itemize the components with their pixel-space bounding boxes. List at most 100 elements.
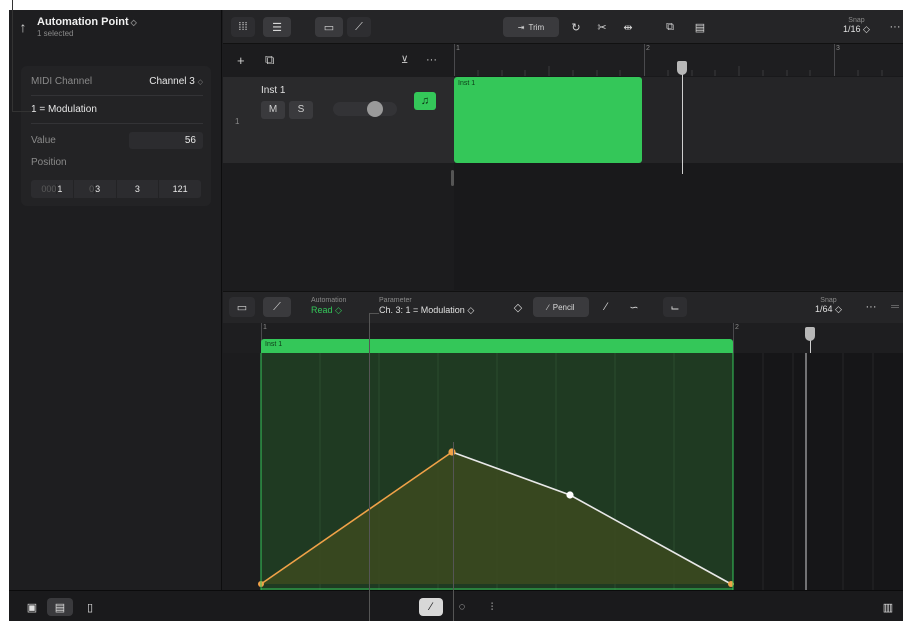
more-icon[interactable]: ··· — [863, 297, 879, 317]
callout-line — [453, 442, 454, 621]
paste-icon[interactable]: ▤ — [689, 17, 711, 37]
keyboard-icon[interactable]: ▥ — [879, 598, 897, 616]
snap-value: 1/16 ◇ — [843, 24, 870, 34]
copy-icon[interactable]: ⧉ — [659, 17, 681, 37]
inspector-title[interactable]: Automation Point ◇ — [37, 16, 137, 29]
trim-button[interactable]: ⇥ Trim — [503, 17, 559, 37]
inspector-header: ↑ Automation Point ◇ 1 selected — [9, 10, 222, 44]
position-beat[interactable]: 03 — [74, 180, 117, 198]
controller-label: 1 = Modulation — [31, 104, 97, 115]
position-tick[interactable]: 121 — [159, 180, 201, 198]
position-division[interactable]: 3 — [117, 180, 160, 198]
callout-line — [369, 313, 370, 621]
loop-icon[interactable]: ↻ — [565, 17, 587, 37]
automation-icon[interactable]: ⟋ — [347, 17, 371, 37]
plus-icon[interactable]: + — [237, 53, 245, 68]
metronome-icon[interactable]: ◌ — [453, 598, 471, 616]
callout-line — [12, 0, 13, 112]
region-name: Inst 1 — [458, 80, 476, 87]
value-label: Value — [31, 134, 56, 146]
bar-line — [733, 323, 734, 353]
split-icon[interactable]: ⇹ — [617, 17, 639, 37]
pencil-icon: ∕ — [547, 302, 549, 312]
track-headers: + ⧉ ⊻ ··· 1 Inst 1 M S ♫ — [223, 44, 454, 290]
track-name[interactable]: Inst 1 — [261, 85, 285, 96]
automation-playhead[interactable] — [805, 327, 815, 341]
empty-lane — [454, 163, 903, 290]
window-icon[interactable]: ▭ — [229, 297, 255, 317]
pencil-icon[interactable]: ∕ — [419, 598, 443, 616]
ruler-number: 2 — [735, 324, 739, 331]
callout-line — [12, 111, 32, 112]
elbow-icon[interactable]: ⌙ — [663, 297, 687, 317]
brush-icon[interactable]: ⁄ — [595, 297, 617, 317]
callout-line — [369, 313, 379, 314]
parameter-value: Ch. 3: 1 = Modulation ◇ — [379, 305, 475, 315]
region-inst-1[interactable]: Inst 1 — [454, 77, 642, 163]
main-toolbar: ⁞⁞⁞ ☰ ▭ ⟋ ⇥ Trim ↻ ✂ ⇹ ⧉ ▤ Snap 1/16 ◇ ··… — [223, 10, 903, 44]
automation-snap-value: 1/64 ◇ — [815, 304, 842, 314]
trim-icon: ⇥ — [517, 22, 525, 32]
position-bar[interactable]: 0001 — [31, 180, 74, 198]
bottom-bar: ▣ ▤ ▯ ∕ ◌ ⫶ ▥ — [9, 590, 903, 621]
solo-button[interactable]: S — [289, 101, 313, 119]
position-field[interactable]: 0001 03 3 121 — [31, 180, 201, 198]
duplicate-icon[interactable]: ⧉ — [265, 52, 274, 68]
midi-channel-label: MIDI Channel — [31, 76, 93, 87]
back-arrow-icon[interactable]: ↑ — [9, 19, 37, 35]
automation-icon[interactable]: ⟋ — [263, 297, 291, 317]
arrange-timeline: 1 2 3 Inst 1 — [454, 44, 903, 290]
midi-channel-value[interactable]: Channel 3 ◇ — [149, 76, 203, 87]
automation-toolbar: ▭ ⟋ Automation Read ◇ Parameter Ch. 3: 1… — [223, 291, 903, 323]
library-icon[interactable]: ▣ — [23, 598, 41, 616]
track-number: 1 — [235, 117, 240, 126]
automation-mode-control[interactable]: Automation Read ◇ — [311, 296, 346, 315]
track-header[interactable]: 1 Inst 1 M S ♫ — [223, 77, 454, 163]
pencil-tool-button[interactable]: ∕ Pencil — [533, 297, 589, 317]
track-tools: + ⧉ ⊻ ··· — [223, 44, 454, 76]
automation-point-selected — [448, 448, 456, 456]
parameter-control[interactable]: Parameter Ch. 3: 1 = Modulation ◇ — [379, 296, 474, 315]
position-label: Position — [31, 156, 67, 168]
value-row: Value 56 — [31, 126, 203, 154]
resize-icon[interactable]: ═ — [887, 297, 903, 317]
automation-lane[interactable] — [223, 353, 903, 590]
download-icon[interactable]: ⊻ — [401, 55, 408, 66]
volume-slider[interactable] — [333, 102, 397, 116]
midi-channel-row[interactable]: MIDI Channel Channel 3 ◇ — [31, 68, 203, 96]
track-lane: Inst 1 — [454, 77, 903, 163]
more-icon[interactable]: ··· — [887, 17, 903, 37]
curve-icon[interactable]: ∽ — [623, 297, 645, 317]
value-field[interactable]: 56 — [129, 131, 203, 149]
volume-knob[interactable] — [367, 101, 383, 117]
mute-button[interactable]: M — [261, 101, 285, 119]
automation-ruler[interactable]: 1 2 Inst 1 — [223, 323, 903, 353]
list-icon[interactable]: ☰ — [263, 17, 291, 37]
snap-control[interactable]: Snap 1/16 ◇ — [843, 16, 870, 34]
automation-region-header[interactable]: Inst 1 — [261, 339, 733, 353]
more-icon[interactable]: ··· — [426, 54, 437, 66]
automation-mode-value: Read ◇ — [311, 305, 342, 315]
instrument-icon[interactable]: ♫ — [414, 92, 436, 110]
mixer-icon[interactable]: ⫶ — [483, 598, 501, 616]
window-icon[interactable]: ▭ — [315, 17, 343, 37]
automation-region-name: Inst 1 — [265, 341, 283, 348]
app-window: ↑ Automation Point ◇ 1 selected MIDI Chan… — [9, 10, 903, 621]
controller-row[interactable]: 1 = Modulation — [31, 96, 203, 124]
inspector-toggle-icon[interactable]: ▤ — [47, 598, 73, 616]
grid-icon[interactable]: ⁞⁞⁞ — [231, 17, 255, 37]
chevron-icon: ◇ — [130, 17, 137, 27]
scissors-icon[interactable]: ✂ — [591, 17, 613, 37]
inspector-section: MIDI Channel Channel 3 ◇ 1 = Modulation … — [21, 66, 211, 206]
playhead[interactable] — [677, 61, 687, 75]
inspector-subtitle: 1 selected — [37, 28, 74, 38]
playhead-line — [682, 68, 683, 174]
position-row: Position — [31, 152, 203, 172]
ruler-number: 1 — [263, 324, 267, 331]
editor-icon[interactable]: ▯ — [81, 598, 99, 616]
automation-graph[interactable] — [223, 353, 903, 590]
automation-point — [566, 491, 574, 499]
inspector-panel: ↑ Automation Point ◇ 1 selected MIDI Chan… — [9, 10, 222, 590]
pointer-icon[interactable]: ◇ — [507, 297, 529, 317]
automation-snap-control[interactable]: Snap 1/64 ◇ — [815, 296, 842, 314]
